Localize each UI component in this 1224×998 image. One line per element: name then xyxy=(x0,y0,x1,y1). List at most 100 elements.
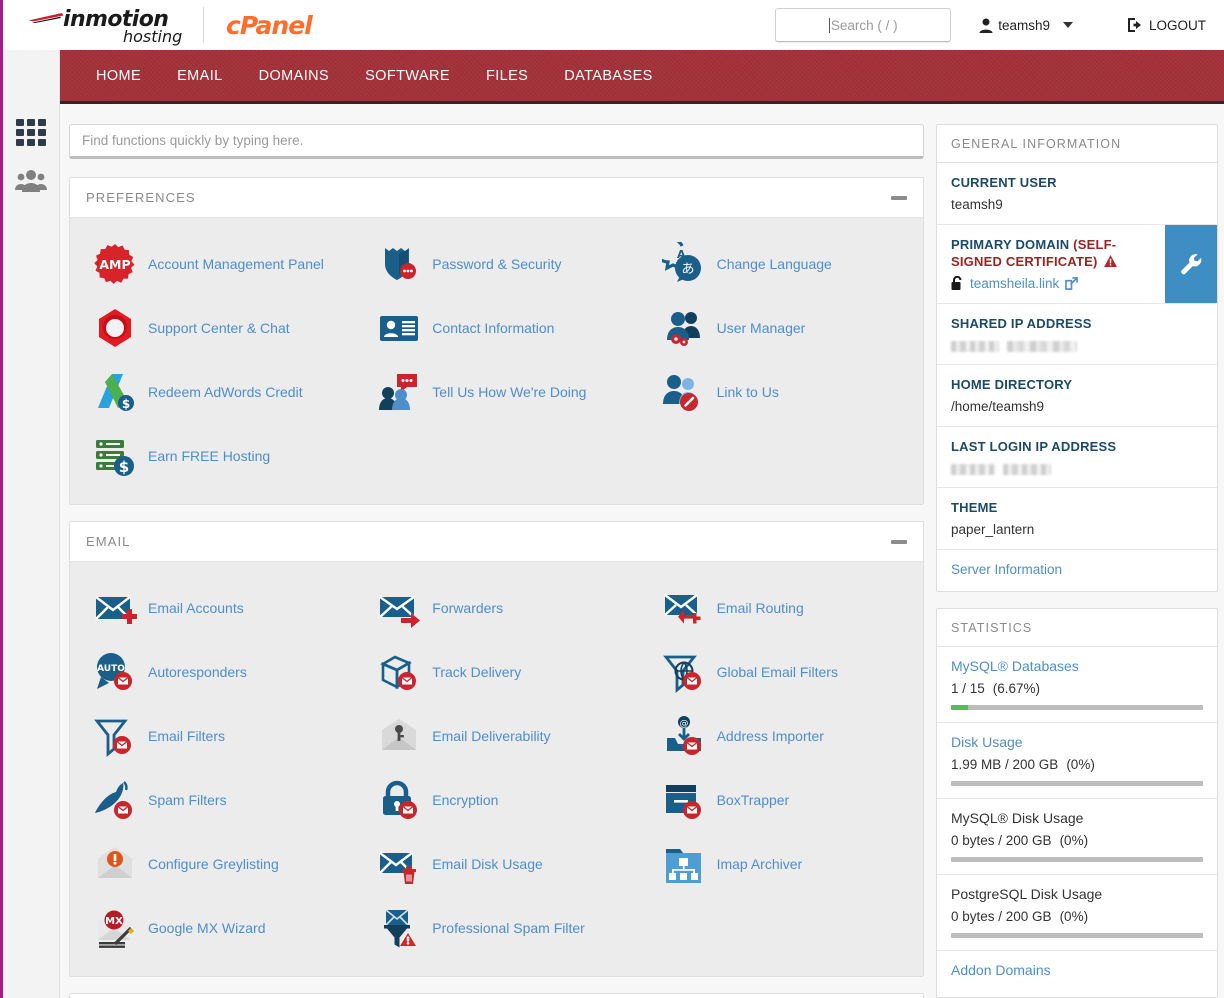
collapse-toggle-preferences[interactable] xyxy=(891,195,907,200)
row-value: teamsh9 xyxy=(951,197,1003,212)
tile-label: Imap Archiver xyxy=(716,856,803,872)
tile-global-email-filters[interactable]: Global Email Filters xyxy=(639,640,923,704)
svg-text:$: $ xyxy=(119,458,129,476)
chevron-down-icon xyxy=(1062,22,1073,28)
tile-email-deliverability[interactable]: Email Deliverability xyxy=(354,704,638,768)
svg-text:MX: MX xyxy=(105,916,123,927)
tile-google-mx-wizard[interactable]: MX Google MX Wizard xyxy=(70,896,354,960)
masked-segment xyxy=(1007,341,1077,352)
stat-value: 1 / 15 (6.67%) xyxy=(951,681,1203,696)
tile-address-importer[interactable]: @ Address Importer xyxy=(639,704,923,768)
stat-progress-bar xyxy=(951,781,1203,786)
row-value: paper_lantern xyxy=(951,522,1035,537)
stat-value: 0 bytes / 200 GB (0%) xyxy=(951,909,1203,924)
panel-email: EMAIL Email Accounts Forwarders Email Ro… xyxy=(69,521,924,977)
stat-progress-bar xyxy=(951,705,1203,710)
tile-label: Professional Spam Filter xyxy=(432,920,585,936)
wrench-icon xyxy=(1181,254,1202,275)
username-label: teamsh9 xyxy=(998,17,1050,33)
stat-label[interactable]: MySQL® Databases xyxy=(951,658,1203,674)
nav-item-files[interactable]: FILES xyxy=(468,49,546,103)
user-menu-button[interactable]: teamsh9 xyxy=(979,18,1073,33)
row-primary-domain: PRIMARY DOMAIN (SELF-SIGNED CERTIFICATE) xyxy=(937,225,1217,304)
nav-item-home[interactable]: HOME xyxy=(78,49,159,103)
tile-support-center-and-chat[interactable]: Support Center & Chat xyxy=(70,296,354,360)
primary-domain-link[interactable]: teamsheila.link xyxy=(970,276,1059,291)
row-server-information[interactable]: Server Information xyxy=(937,550,1217,591)
collapse-toggle-email[interactable] xyxy=(891,539,907,544)
tile-email-accounts[interactable]: Email Accounts xyxy=(70,576,354,640)
nav-item-databases[interactable]: DATABASES xyxy=(546,49,670,103)
users-gear-icon xyxy=(661,305,707,351)
panel-general-information: GENERAL INFORMATION CURRENT USER teamsh9… xyxy=(936,124,1218,592)
row-last-login-ip-address: LAST LOGIN IP ADDRESS xyxy=(937,427,1217,488)
nav-item-software[interactable]: SOFTWARE xyxy=(347,49,468,103)
text-cursor xyxy=(828,17,830,33)
tile-earn-free-hosting[interactable]: $ Earn FREE Hosting xyxy=(70,424,354,488)
tile-user-manager[interactable]: User Manager xyxy=(639,296,923,360)
tile-email-routing[interactable]: Email Routing xyxy=(639,576,923,640)
ssl-wrench-button[interactable] xyxy=(1165,225,1217,303)
apps-grid-icon[interactable] xyxy=(15,118,47,150)
tile-change-language[interactable]: A あ Change Language xyxy=(639,232,923,296)
funnel-envelope-icon xyxy=(92,713,138,759)
row-current-user: CURRENT USER teamsh9 xyxy=(937,163,1217,225)
server-information-link[interactable]: Server Information xyxy=(951,562,1062,577)
stat-value: 1.99 MB / 200 GB (0%) xyxy=(951,757,1203,772)
users-group-icon[interactable] xyxy=(15,166,47,198)
stat-label[interactable]: Disk Usage xyxy=(951,734,1203,750)
stat-disk-usage: Disk Usage 1.99 MB / 200 GB (0%) xyxy=(937,723,1217,799)
stat-value: 0 bytes / 200 GB (0%) xyxy=(951,833,1203,848)
nav-item-domains[interactable]: DOMAINS xyxy=(241,49,347,103)
tile-spam-filters[interactable]: Spam Filters xyxy=(70,768,354,832)
panel-body-email: Email Accounts Forwarders Email Routing … xyxy=(70,562,923,976)
panel-preferences: PREFERENCES AMP Account Management Panel xyxy=(69,177,924,505)
tile-contact-information[interactable]: Contact Information xyxy=(354,296,638,360)
search-input[interactable]: Search ( / ) xyxy=(775,8,952,42)
tile-encryption[interactable]: Encryption xyxy=(354,768,638,832)
server-dollar-icon: $ xyxy=(92,433,138,479)
tile-track-delivery[interactable]: Track Delivery xyxy=(354,640,638,704)
logout-icon xyxy=(1127,18,1141,32)
row-key: HOME DIRECTORY xyxy=(951,377,1073,392)
tile-label: Spam Filters xyxy=(148,792,227,808)
tile-configure-greylisting[interactable]: Configure Greylisting xyxy=(70,832,354,896)
tile-label: Earn FREE Hosting xyxy=(148,448,271,464)
panel-body-preferences: AMP Account Management Panel Password & … xyxy=(70,218,923,504)
tile-label: Email Filters xyxy=(148,728,226,744)
row-value: /home/teamsh9 xyxy=(951,399,1045,414)
external-link-icon[interactable] xyxy=(1065,277,1079,290)
tile-account-management-panel[interactable]: AMP Account Management Panel xyxy=(70,232,354,296)
stat-percent: (0%) xyxy=(1059,833,1089,848)
left-rail-top xyxy=(3,50,60,104)
unlocked-padlock-icon xyxy=(951,276,962,290)
tile-label: Autoresponders xyxy=(148,664,247,680)
tile-imap-archiver[interactable]: Imap Archiver xyxy=(639,832,923,896)
tile-label: Configure Greylisting xyxy=(148,856,279,872)
tile-link-to-us[interactable]: Link to Us xyxy=(639,360,923,424)
id-card-icon xyxy=(376,305,422,351)
tile-forwarders[interactable]: Forwarders xyxy=(354,576,638,640)
users-link-icon xyxy=(661,369,707,415)
tile-email-disk-usage[interactable]: Email Disk Usage xyxy=(354,832,638,896)
tile-label: Password & Security xyxy=(432,256,562,272)
tile-password-and-security[interactable]: Password & Security xyxy=(354,232,638,296)
tile-professional-spam-filter[interactable]: Professional Spam Filter xyxy=(354,896,638,960)
tile-redeem-adwords-credit[interactable]: $ Redeem AdWords Credit xyxy=(70,360,354,424)
brand-area: inmotion hosting cPanel xyxy=(3,3,313,47)
tile-tell-us-how-were-doing[interactable]: Tell Us How We're Doing xyxy=(354,360,638,424)
tile-boxtrapper[interactable]: BoxTrapper xyxy=(639,768,923,832)
envelope-trash-icon xyxy=(376,841,422,887)
tile-label: Email Routing xyxy=(716,600,804,616)
stat-amount: 0 bytes / 200 GB xyxy=(951,833,1052,848)
nav-item-email[interactable]: EMAIL xyxy=(159,49,241,103)
tile-autoresponders[interactable]: AUTO Autoresponders xyxy=(70,640,354,704)
stat-label[interactable]: Addon Domains xyxy=(951,962,1203,978)
tile-email-filters[interactable]: Email Filters xyxy=(70,704,354,768)
tile-label: Link to Us xyxy=(716,384,779,400)
find-functions-input[interactable]: Find functions quickly by typing here. xyxy=(69,124,924,159)
inmotion-logo[interactable]: inmotion hosting xyxy=(25,3,195,47)
tile-label: Address Importer xyxy=(716,728,824,744)
logout-button[interactable]: LOGOUT xyxy=(1127,17,1206,33)
tile-label: Email Disk Usage xyxy=(432,856,543,872)
